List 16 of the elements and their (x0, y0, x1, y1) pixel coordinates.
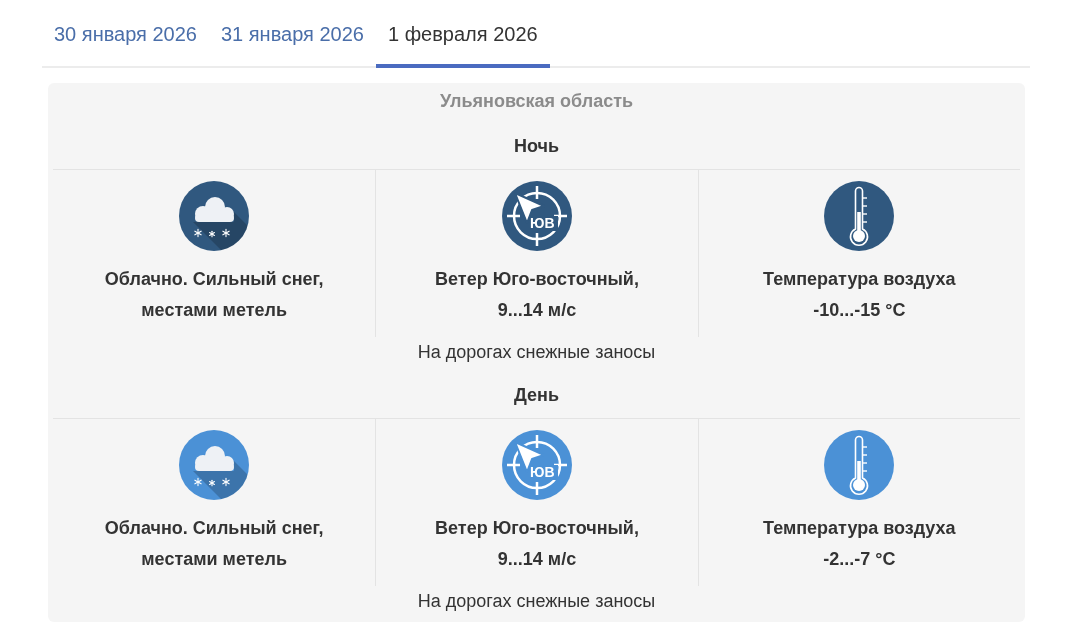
period-title: День (53, 364, 1020, 419)
period-title: Ночь (53, 115, 1020, 170)
condition-text: Ветер Юго-восточный, 9...14 м/с (434, 517, 640, 571)
wind-direction-label: ЮВ (530, 465, 555, 480)
wind-direction-label: ЮВ (530, 216, 555, 231)
condition-text: Облачно. Сильный снег, местами метель (103, 517, 325, 571)
condition-text: Облачно. Сильный снег, местами метель (103, 268, 325, 322)
condition-text: Ветер Юго-восточный, 9...14 м/с (434, 268, 640, 322)
date-tab[interactable]: 31 января 2026 (209, 0, 376, 68)
region-title: Ульяновская область (438, 90, 635, 113)
condition-text: Температура воздуха -10...-15 °C (762, 268, 957, 322)
date-tab[interactable]: 1 февраля 2026 (375, 0, 550, 68)
date-tab[interactable]: 30 января 2026 (42, 0, 209, 68)
road-note: На дорогах снежные заносы (416, 341, 657, 364)
condition-text: Температура воздуха -2...-7 °C (762, 517, 957, 571)
road-note: На дорогах снежные заносы (416, 590, 657, 613)
